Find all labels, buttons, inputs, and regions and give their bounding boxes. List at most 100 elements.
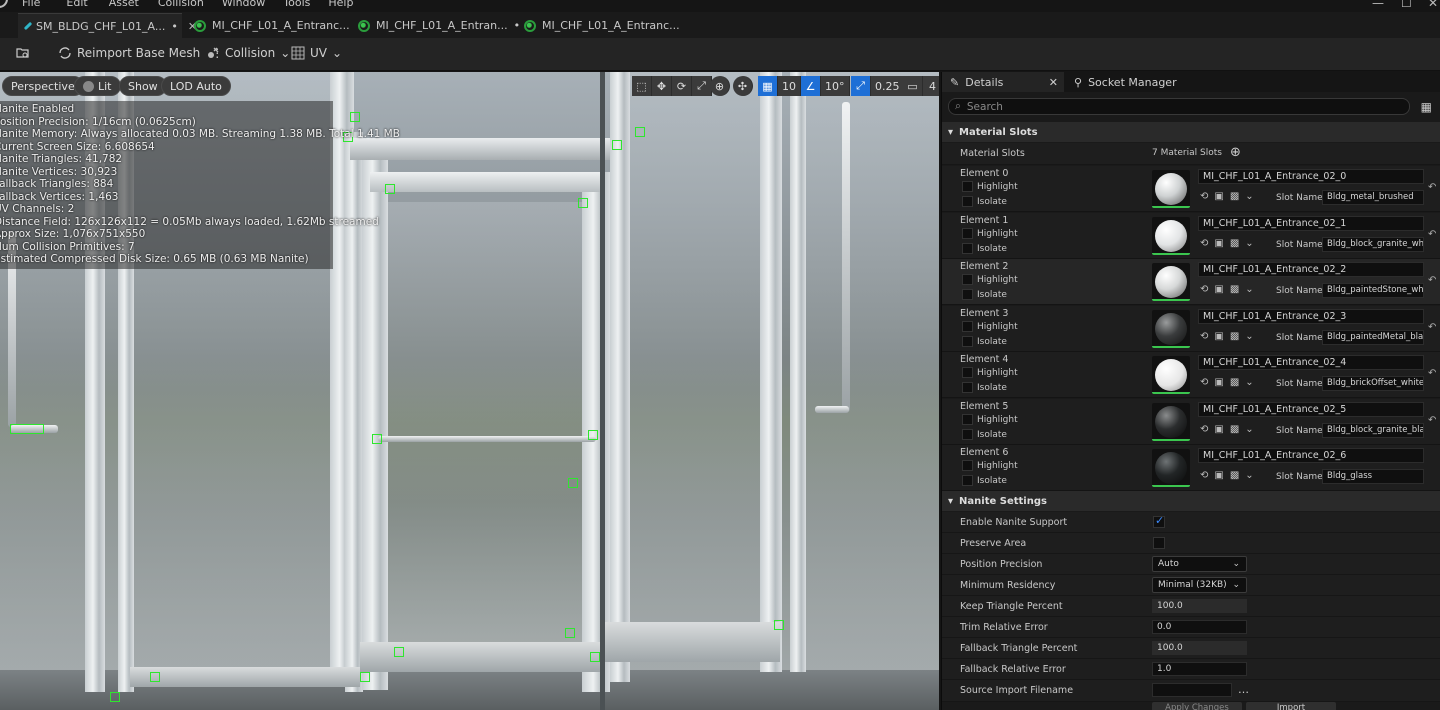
material-options-icon[interactable]: ▩ bbox=[1230, 331, 1239, 342]
material-picker[interactable]: MI_CHF_L01_A_Entrance_02_3 bbox=[1198, 309, 1424, 324]
reimport-button[interactable]: Reimport Base Mesh ⋮ bbox=[58, 46, 223, 60]
rotation-snap-icon[interactable]: ∠ bbox=[801, 76, 821, 96]
grid-snap-value[interactable]: 10 bbox=[778, 76, 801, 96]
menu-collision[interactable]: Collision bbox=[158, 0, 204, 9]
material-thumbnail[interactable] bbox=[1152, 356, 1190, 394]
browse-icon[interactable]: ▣ bbox=[1214, 191, 1223, 202]
browse-icon[interactable]: ▣ bbox=[1214, 377, 1223, 388]
scale-snap-icon[interactable]: ⤢ bbox=[851, 76, 871, 96]
isolate-checkbox[interactable] bbox=[962, 382, 973, 393]
highlight-checkbox[interactable] bbox=[962, 321, 973, 332]
reset-icon[interactable]: ↶ bbox=[1428, 322, 1436, 333]
rotate-tool-icon[interactable]: ⟳ bbox=[672, 76, 692, 96]
keep-triangle-input[interactable]: 100.0 bbox=[1152, 599, 1247, 613]
material-options-icon[interactable]: ▩ bbox=[1230, 377, 1239, 388]
min-residency-dropdown[interactable]: Minimal (32KB) ⌄ bbox=[1152, 577, 1247, 593]
isolate-checkbox[interactable] bbox=[962, 475, 973, 486]
browse-icon[interactable]: ▣ bbox=[1214, 284, 1223, 295]
reset-icon[interactable]: ↶ bbox=[1428, 275, 1436, 286]
material-thumbnail[interactable] bbox=[1152, 263, 1190, 301]
slot-name-input[interactable]: Bldg_paintedMetal_black bbox=[1322, 330, 1424, 345]
position-precision-dropdown[interactable]: Auto ⌄ bbox=[1152, 556, 1247, 572]
translate-tool-icon[interactable]: ✥ bbox=[652, 76, 672, 96]
browse-asset-button[interactable] bbox=[16, 46, 30, 60]
trim-error-input[interactable]: 0.0 bbox=[1152, 620, 1247, 634]
browse-icon[interactable]: ▣ bbox=[1214, 424, 1223, 435]
menu-window[interactable]: Window bbox=[222, 0, 265, 9]
chevron-down-icon[interactable]: ⌄ bbox=[1245, 284, 1253, 295]
details-search-input[interactable]: ⌕ Search bbox=[948, 98, 1410, 115]
material-options-icon[interactable]: ▩ bbox=[1230, 470, 1239, 481]
uv-dropdown[interactable]: UV ⌄ bbox=[291, 46, 342, 60]
camera-speed[interactable]: ▭ 4 bbox=[903, 76, 939, 96]
camera-speed-value[interactable]: 4 bbox=[923, 76, 939, 96]
slot-name-input[interactable]: Bldg_paintedStone_white bbox=[1322, 283, 1424, 298]
collision-dropdown[interactable]: Collision ⌄ bbox=[206, 46, 290, 60]
highlight-checkbox[interactable] bbox=[962, 460, 973, 471]
scale-tool-icon[interactable]: ⤢ bbox=[692, 76, 712, 96]
chevron-down-icon[interactable]: ⌄ bbox=[1245, 470, 1253, 481]
rotation-snap[interactable]: ∠ 10° bbox=[801, 76, 850, 96]
chevron-down-icon[interactable]: ⌄ bbox=[1245, 191, 1253, 202]
lod-button[interactable]: LOD Auto bbox=[161, 76, 231, 96]
scale-snap[interactable]: ⤢ 0.25 bbox=[851, 76, 905, 96]
menu-help[interactable]: Help bbox=[328, 0, 353, 9]
chevron-down-icon[interactable]: ⌄ bbox=[1245, 238, 1253, 249]
tab-socket-manager[interactable]: ⚲ Socket Manager bbox=[1066, 72, 1185, 92]
close-icon[interactable]: ✕ bbox=[1049, 76, 1058, 89]
surface-snap-icon[interactable]: ✣ bbox=[733, 76, 753, 96]
unreal-logo-icon[interactable] bbox=[0, 0, 8, 8]
reset-icon[interactable]: ↶ bbox=[1428, 415, 1436, 426]
add-slot-icon[interactable]: ⊕ bbox=[1230, 145, 1241, 160]
fallback-triangle-input[interactable]: 100.0 bbox=[1152, 641, 1247, 655]
highlight-checkbox[interactable] bbox=[962, 367, 973, 378]
slot-name-input[interactable]: Bldg_glass bbox=[1322, 469, 1424, 484]
nanite-settings-section[interactable]: ▾ Nanite Settings bbox=[942, 491, 1440, 511]
slot-name-input[interactable]: Bldg_metal_brushed bbox=[1322, 190, 1424, 205]
camera-icon[interactable]: ▭ bbox=[903, 76, 923, 96]
material-picker[interactable]: MI_CHF_L01_A_Entrance_02_2 bbox=[1198, 262, 1424, 277]
chevron-down-icon[interactable]: ⌄ bbox=[1245, 377, 1253, 388]
browse-icon[interactable]: ▣ bbox=[1214, 331, 1223, 342]
preserve-area-checkbox[interactable] bbox=[1153, 537, 1165, 549]
use-selected-icon[interactable]: ⟲ bbox=[1200, 191, 1208, 202]
tab-material-instance-2[interactable]: MI_CHF_L01_A_Entran... • bbox=[350, 13, 528, 38]
maximize-icon[interactable]: ☐ bbox=[1401, 0, 1412, 10]
slot-name-input[interactable]: Bldg_brickOffset_white bbox=[1322, 376, 1424, 391]
material-thumbnail[interactable] bbox=[1152, 310, 1190, 348]
tab-material-instance-1[interactable]: MI_CHF_L01_A_Entranc... bbox=[186, 13, 358, 38]
slot-name-input[interactable]: Bldg_block_granite_black bbox=[1322, 423, 1424, 438]
slot-name-input[interactable]: Bldg_block_granite_white bbox=[1322, 237, 1424, 252]
tab-static-mesh[interactable]: SM_BLDG_CHF_L01_A... • ✕ bbox=[18, 13, 197, 38]
import-button[interactable]: Import bbox=[1246, 702, 1336, 710]
material-thumbnail[interactable] bbox=[1152, 449, 1190, 487]
reset-icon[interactable]: ↶ bbox=[1428, 229, 1436, 240]
source-import-input[interactable] bbox=[1152, 683, 1232, 697]
reset-icon[interactable]: ↶ bbox=[1428, 182, 1436, 193]
highlight-checkbox[interactable] bbox=[962, 228, 973, 239]
isolate-checkbox[interactable] bbox=[962, 336, 973, 347]
fallback-error-input[interactable]: 1.0 bbox=[1152, 662, 1247, 676]
highlight-checkbox[interactable] bbox=[962, 414, 973, 425]
lit-button[interactable]: Lit bbox=[74, 76, 121, 96]
isolate-checkbox[interactable] bbox=[962, 429, 973, 440]
isolate-checkbox[interactable] bbox=[962, 289, 973, 300]
grid-snap[interactable]: ▦ 10 bbox=[758, 76, 801, 96]
use-selected-icon[interactable]: ⟲ bbox=[1200, 424, 1208, 435]
more-options-icon[interactable]: … bbox=[1238, 683, 1249, 696]
isolate-checkbox[interactable] bbox=[962, 243, 973, 254]
world-local-icon[interactable]: ⊕ bbox=[710, 76, 730, 96]
minimize-icon[interactable]: — bbox=[1372, 0, 1384, 10]
material-picker[interactable]: MI_CHF_L01_A_Entrance_02_6 bbox=[1198, 448, 1424, 463]
tab-material-instance-3[interactable]: MI_CHF_L01_A_Entranc... bbox=[516, 13, 688, 38]
use-selected-icon[interactable]: ⟲ bbox=[1200, 238, 1208, 249]
use-selected-icon[interactable]: ⟲ bbox=[1200, 470, 1208, 481]
use-selected-icon[interactable]: ⟲ bbox=[1200, 331, 1208, 342]
select-tool-icon[interactable]: ⬚ bbox=[632, 76, 652, 96]
use-selected-icon[interactable]: ⟲ bbox=[1200, 284, 1208, 295]
show-button[interactable]: Show bbox=[119, 76, 167, 96]
material-picker[interactable]: MI_CHF_L01_A_Entrance_02_1 bbox=[1198, 216, 1424, 231]
browse-icon[interactable]: ▣ bbox=[1214, 238, 1223, 249]
view-options-icon[interactable]: ▦ bbox=[1421, 100, 1432, 114]
highlight-checkbox[interactable] bbox=[962, 181, 973, 192]
